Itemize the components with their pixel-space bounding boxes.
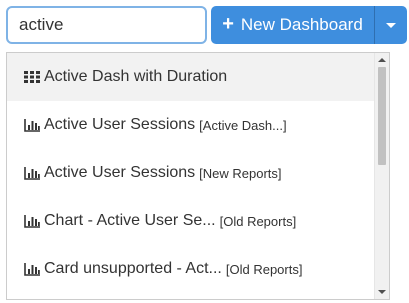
dropdown-item-title: Chart - Active User Se... <box>44 212 216 229</box>
new-dashboard-button-group: + New Dashboard <box>211 6 407 44</box>
dropdown-item[interactable]: Card unsupported - Act... [Old Reports] <box>7 245 376 293</box>
new-dashboard-dropdown-toggle[interactable] <box>375 6 407 44</box>
dropdown-item-title: Active User Sessions <box>44 116 196 133</box>
search-input[interactable] <box>8 8 240 42</box>
dropdown-item-title: Active User Sessions <box>44 164 196 181</box>
dropdown-item-folder: [New Reports] <box>199 165 282 181</box>
grid-icon <box>24 71 40 83</box>
scrollbar-thumb[interactable] <box>378 67 386 165</box>
dropdown-item[interactable]: Active User Sessions [Active Dash...] <box>7 101 376 149</box>
dropdown-item-title: Card unsupported - Act... <box>44 260 222 277</box>
scroll-up-arrow-icon[interactable] <box>378 58 386 62</box>
new-dashboard-label: New Dashboard <box>240 15 363 34</box>
bar-chart-icon <box>24 119 40 132</box>
dropdown-item-folder: [Old Reports] <box>219 213 297 229</box>
dropdown-item[interactable]: Active Dash with Duration <box>7 53 376 101</box>
caret-down-icon <box>386 22 396 28</box>
search-box[interactable] <box>6 6 240 44</box>
dropdown-item-folder: [Active Dash...] <box>199 117 287 133</box>
dropdown-scrollbar[interactable] <box>374 53 389 299</box>
dropdown-item-folder: [Old Reports] <box>225 261 303 277</box>
bar-chart-icon <box>24 263 40 276</box>
new-dashboard-button[interactable]: + New Dashboard <box>211 6 375 44</box>
search-results-dropdown: Active Dash with Duration Active User Se… <box>6 52 390 300</box>
scroll-down-arrow-icon[interactable] <box>378 290 386 294</box>
dropdown-item-title: Active Dash with Duration <box>44 68 228 85</box>
plus-icon: + <box>222 13 234 35</box>
dropdown-item[interactable]: Active User Sessions [New Reports] <box>7 149 376 197</box>
bar-chart-icon <box>24 215 40 228</box>
bar-chart-icon <box>24 167 40 180</box>
dropdown-item[interactable]: Chart - Active User Se... [Old Reports] <box>7 197 376 245</box>
